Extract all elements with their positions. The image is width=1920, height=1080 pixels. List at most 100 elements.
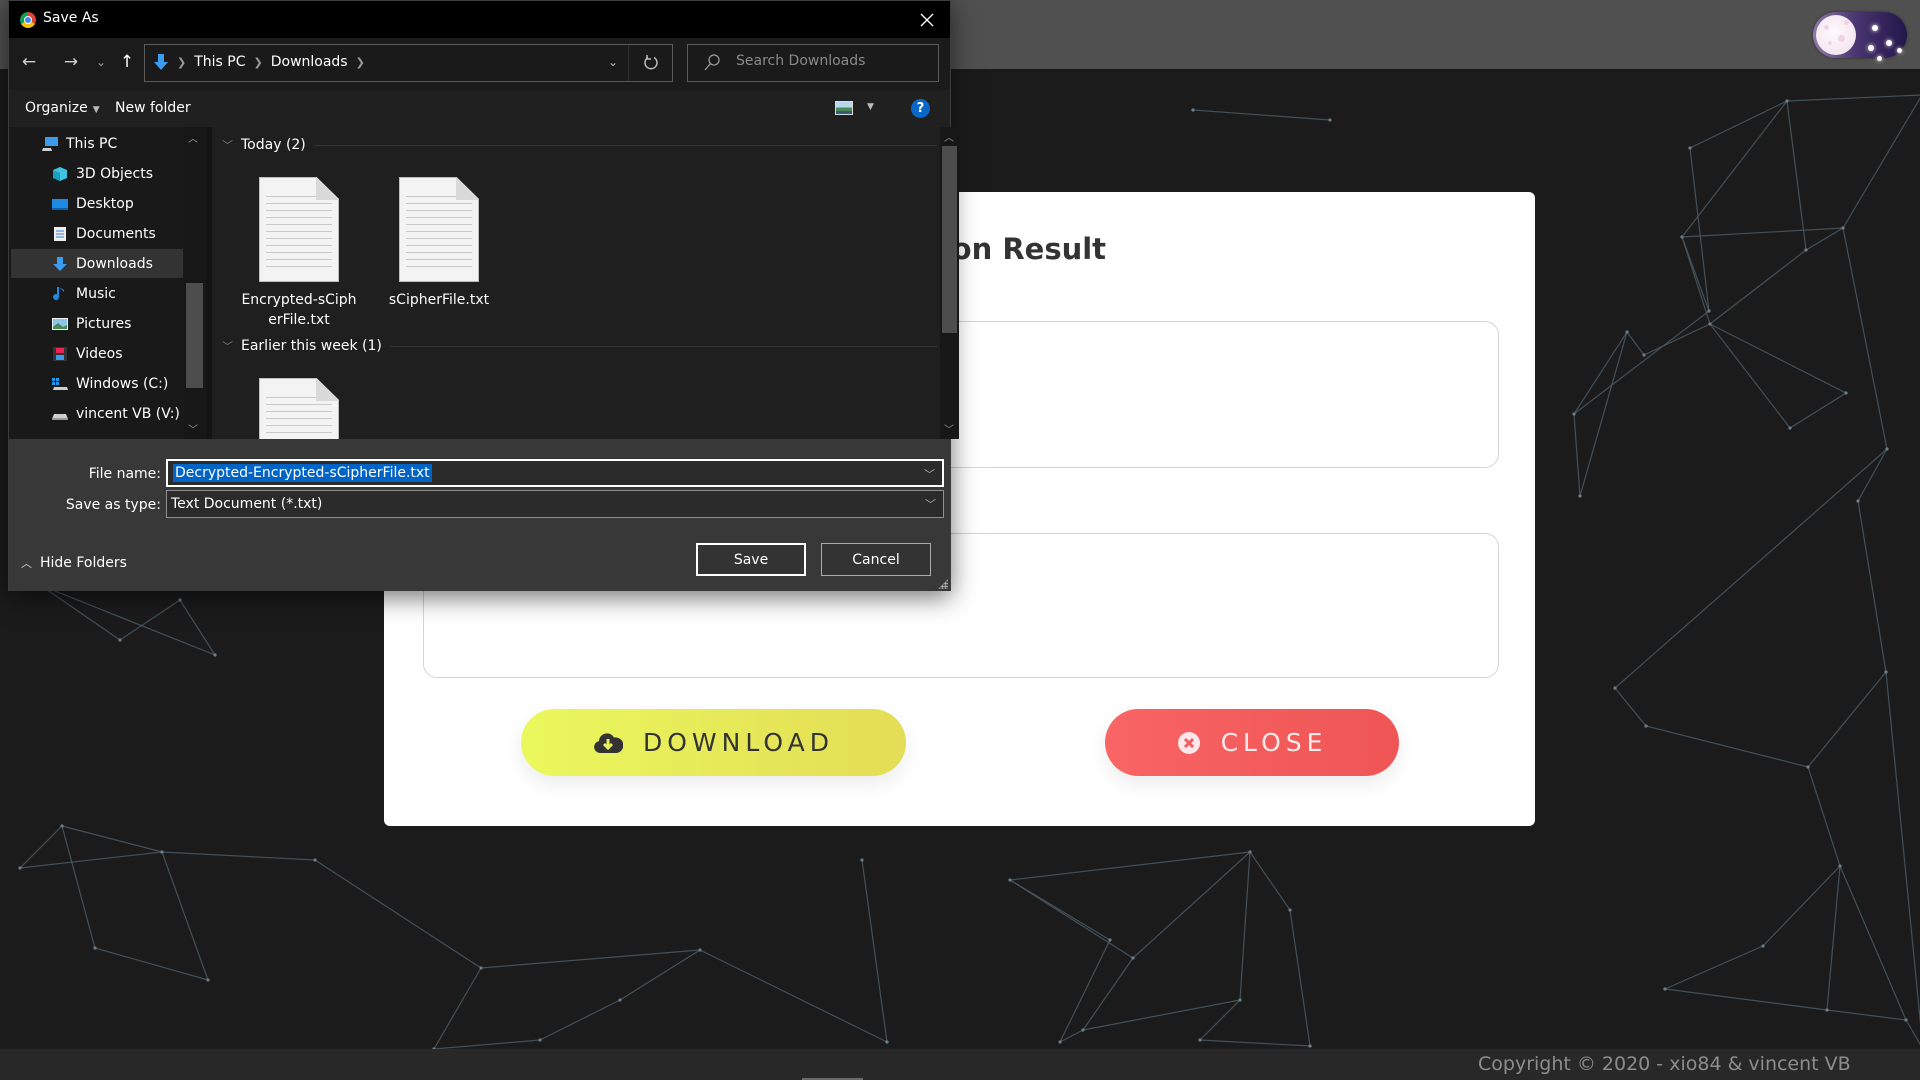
navigation-row: ← → ⌄ ↑ ❯ This PC ❯ Downloads ❯ ⌄ (9, 38, 950, 90)
nav-scrollbar[interactable]: ︿ ﹀ (184, 127, 204, 439)
group-header-today[interactable]: ﹀ Today (2) (222, 137, 937, 153)
network-line (1857, 448, 1888, 502)
organize-button[interactable]: Organize ▼ (25, 100, 100, 116)
sidebar-item-music[interactable]: Music (11, 279, 183, 308)
chrome-icon (20, 12, 36, 28)
dialog-titlebar[interactable]: Save As (9, 1, 950, 38)
scroll-down-icon[interactable]: ﹀ (188, 421, 198, 436)
network-node (1884, 670, 1888, 674)
chevron-right-icon[interactable]: ❯ (356, 56, 365, 69)
star-icon (1897, 48, 1902, 53)
computer-icon (41, 136, 59, 152)
network-node (1081, 1028, 1085, 1032)
network-line (1239, 851, 1251, 1001)
network-line (1643, 323, 1711, 356)
save-type-value: Text Document (*.txt) (171, 496, 323, 512)
network-node (313, 858, 317, 862)
network-line (1826, 1009, 1907, 1021)
file-name: Encrypted-sCipherFile.txt (241, 292, 357, 328)
network-node (213, 653, 217, 657)
help-button[interactable]: ? (911, 99, 930, 118)
file-item[interactable] (239, 378, 359, 439)
group-divider (313, 144, 937, 146)
file-name-label: File name: (88, 466, 161, 482)
breadcrumb-downloads[interactable]: Downloads (271, 54, 348, 70)
sidebar-item-downloads[interactable]: Downloads (11, 249, 183, 278)
up-button[interactable]: ↑ (117, 52, 137, 72)
forward-button[interactable]: → (61, 52, 81, 72)
search-input[interactable] (736, 53, 931, 69)
back-button[interactable]: ← (19, 52, 39, 72)
sidebar-item-label: Documents (76, 225, 156, 242)
sidebar-item-this-pc[interactable]: This PC (11, 129, 183, 158)
dialog-close-button[interactable] (904, 1, 950, 38)
network-line (1009, 851, 1251, 881)
chevron-down-icon: ﹀ (222, 340, 233, 353)
hide-folders-button[interactable]: ︿ Hide Folders (21, 555, 127, 571)
scrollbar-thumb[interactable] (186, 283, 203, 388)
scroll-up-icon[interactable]: ︿ (944, 129, 954, 144)
network-node (1131, 956, 1135, 960)
resize-grip[interactable] (938, 579, 948, 589)
sidebar-item-label: Desktop (76, 195, 134, 212)
network-node (1191, 108, 1195, 112)
network-node (860, 858, 864, 862)
file-list-scrollbar[interactable]: ︿ ﹀ (940, 127, 959, 439)
network-line (1762, 865, 1841, 947)
file-list: ﹀ Today (2) Encrypted-sCipherFile.txt sC… (212, 127, 951, 439)
save-as-dialog: Save As ← → ⌄ ↑ ❯ This PC ❯ Downloads ❯ … (8, 0, 959, 591)
scroll-down-icon[interactable]: ﹀ (944, 421, 954, 436)
download-arrow-icon (51, 256, 69, 272)
search-box[interactable] (687, 44, 939, 82)
star-icon (1868, 45, 1874, 51)
network-node (1288, 908, 1292, 912)
close-button[interactable]: CLOSE (1105, 709, 1399, 776)
sidebar-item-3d-objects[interactable]: 3D Objects (11, 159, 183, 188)
sidebar-item-vincent-vb-v[interactable]: vincent VB (V:) (11, 399, 183, 428)
scrollbar-thumb[interactable] (942, 146, 957, 333)
sidebar-item-videos[interactable]: Videos (11, 339, 183, 368)
music-note-icon (51, 286, 69, 302)
new-folder-button[interactable]: New folder (115, 100, 191, 116)
videos-icon (51, 346, 69, 362)
network-line (433, 967, 482, 1050)
arrow-left-icon: ← (21, 52, 37, 72)
scroll-up-icon[interactable]: ︿ (188, 130, 198, 145)
theme-toggle[interactable] (1813, 12, 1907, 61)
copyright-text: Copyright © 2020 - xio84 & vincent VB (1478, 1053, 1851, 1075)
view-options-icon[interactable] (835, 101, 853, 115)
recent-locations-button[interactable]: ⌄ (91, 52, 111, 72)
network-line (314, 859, 482, 969)
address-bar[interactable]: ❯ This PC ❯ Downloads ❯ ⌄ (144, 44, 673, 82)
group-label: Today (2) (241, 137, 306, 153)
arrow-right-icon: → (63, 52, 79, 72)
sidebar-item-pictures[interactable]: Pictures (11, 309, 183, 338)
network-line (1645, 725, 1809, 768)
sidebar-item-label: 3D Objects (76, 165, 154, 182)
file-name-input[interactable]: Decrypted-Encrypted-sCipherFile.txt ﹀ (166, 459, 944, 487)
address-dropdown-icon[interactable]: ⌄ (608, 55, 618, 69)
save-type-select[interactable]: Text Document (*.txt) ﹀ (166, 490, 944, 518)
network-line (1807, 671, 1887, 768)
network-line (1826, 865, 1841, 1011)
save-button[interactable]: Save (696, 543, 806, 576)
download-button[interactable]: DOWNLOAD (521, 709, 906, 776)
chevron-down-icon: ⌄ (95, 55, 107, 69)
sidebar-item-windows-c[interactable]: Windows (C:) (11, 369, 183, 398)
breadcrumb-this-pc[interactable]: This PC (194, 54, 245, 70)
sidebar-item-documents[interactable]: Documents (11, 219, 183, 248)
view-dropdown-icon[interactable]: ▼ (867, 102, 874, 112)
network-node (1838, 864, 1842, 868)
sidebar-item-label: This PC (66, 135, 118, 152)
download-arrow-icon (154, 54, 168, 70)
file-name-value[interactable]: Decrypted-Encrypted-sCipherFile.txt (173, 464, 432, 482)
cancel-button[interactable]: Cancel (821, 543, 931, 576)
network-line (61, 825, 96, 949)
sidebar-item-desktop[interactable]: Desktop (11, 189, 183, 218)
file-item[interactable]: sCipherFile.txt (379, 177, 499, 310)
chevron-down-icon[interactable]: ﹀ (924, 466, 935, 482)
network-line (1905, 1019, 1920, 1046)
group-header-earlier-this-week[interactable]: ﹀ Earlier this week (1) (222, 338, 937, 354)
file-item[interactable]: Encrypted-sCipherFile.txt (239, 177, 359, 330)
refresh-button[interactable] (628, 45, 672, 81)
